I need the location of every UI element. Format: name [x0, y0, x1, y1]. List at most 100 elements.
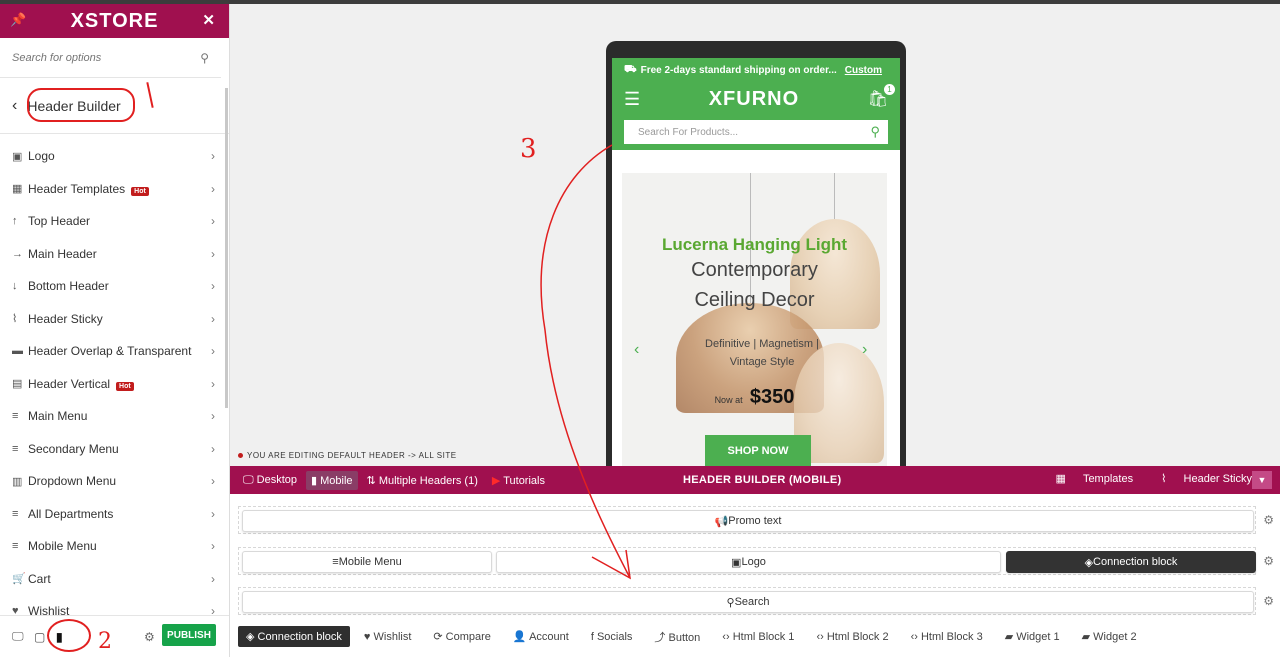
templates-button[interactable]: ▦ Templates	[1041, 472, 1133, 485]
available-connection-block[interactable]: ◈ Connection block	[238, 626, 350, 647]
tab-tutorials-label: Tutorials	[503, 474, 545, 487]
promo-link[interactable]: Custom	[845, 65, 882, 76]
element-label: Connection block	[1093, 556, 1178, 568]
menu-icon: ≡	[12, 507, 19, 520]
sidebar-scrollbar[interactable]	[225, 88, 228, 408]
layers-icon: ◈	[1084, 556, 1094, 569]
available-elements: ◈ Connection block ♥ Wishlist ⟳ Compare …	[238, 626, 1159, 647]
desktop-icon: 🖵	[243, 473, 257, 486]
sidebar-item-main-menu[interactable]: ≡ Main Menu ›	[0, 400, 229, 433]
gear-icon[interactable]: ⚙	[144, 630, 155, 644]
tab-mobile[interactable]: ▮ Mobile	[306, 470, 358, 490]
banner-tags-line1: Definitive | Magnetism |	[705, 338, 819, 350]
search-icon[interactable]: ⚲	[200, 51, 209, 65]
layers-icon: ◈	[246, 631, 258, 643]
row-settings-gear-icon[interactable]: ⚙	[1263, 554, 1274, 568]
available-wishlist[interactable]: ♥ Wishlist	[364, 631, 411, 643]
sidebar-item-header-templates[interactable]: ▦ Header Templates Hot ›	[0, 173, 229, 206]
element-promo-text[interactable]: 📢 Promo text	[242, 510, 1254, 532]
element-search[interactable]: ⚲ Search	[242, 591, 1254, 613]
search-placeholder: Search For Products...	[638, 126, 739, 138]
element-label: Mobile Menu	[338, 556, 402, 568]
available-compare[interactable]: ⟳ Compare	[433, 630, 491, 643]
image-icon: ▣	[731, 556, 742, 569]
store-logo[interactable]: XFURNO	[709, 88, 799, 111]
element-label: Widget 2	[1093, 631, 1137, 643]
sidebar-item-bottom-header[interactable]: ↓ Bottom Header ›	[0, 270, 229, 303]
chevron-left-icon[interactable]: ‹	[634, 341, 639, 359]
mobile-icon: ▮	[311, 474, 321, 487]
row-settings-gear-icon[interactable]: ⚙	[1263, 513, 1274, 527]
builder-row-bottom: ⚲ Search	[238, 587, 1256, 615]
sidebar-item-logo[interactable]: ▣ Logo ›	[0, 140, 229, 173]
element-connection-block[interactable]: ◈ Connection block	[1006, 551, 1256, 573]
sidebar-item-cart[interactable]: 🛒 Cart ›	[0, 563, 229, 596]
back-chevron-icon[interactable]: ‹	[12, 97, 17, 115]
editing-label: YOU ARE EDITING DEFAULT HEADER -> ALL SI…	[230, 447, 465, 463]
sidebar-item-mobile-menu[interactable]: ≡ Mobile Menu ›	[0, 530, 229, 563]
shop-now-button[interactable]: SHOP NOW	[705, 435, 811, 467]
sidebar-item-label: Header Vertical Hot	[28, 377, 211, 391]
cart-icon[interactable]: 🛍 1	[868, 84, 895, 109]
sidebar-menu: ▣ Logo › ▦ Header Templates Hot › ↑ Top Header…	[0, 134, 229, 628]
available-html-block-2[interactable]: ‹› Html Block 2	[816, 631, 888, 643]
sidebar-item-header-overlap[interactable]: ▬ Header Overlap & Transparent ›	[0, 335, 229, 368]
menu-icon: ≡	[12, 540, 19, 553]
header-sticky-label: Header Sticky	[1183, 473, 1252, 485]
sidebar-item-header-vertical[interactable]: ▤ Header Vertical Hot ›	[0, 368, 229, 401]
element-mobile-menu[interactable]: ≡ Mobile Menu	[242, 551, 492, 573]
sidebar-item-header-sticky[interactable]: ⌇ Header Sticky ›	[0, 303, 229, 336]
grid-icon: ▦	[1055, 473, 1069, 485]
hamburger-icon[interactable]: ☰	[624, 89, 640, 110]
available-account[interactable]: 👤 Account	[513, 630, 569, 643]
available-button[interactable]: ⤴ Button	[654, 629, 700, 645]
publish-button[interactable]: PUBLISH	[162, 624, 216, 646]
sidebar-item-label: Secondary Menu	[28, 441, 119, 456]
available-widget-2[interactable]: ▰ Widget 2	[1082, 630, 1137, 643]
tab-tutorials[interactable]: ▶ Tutorials	[487, 471, 550, 490]
desktop-preview-icon[interactable]: 🖵	[12, 629, 34, 644]
banner-title: Lucerna Hanging Light	[661, 235, 848, 254]
builder-title: HEADER BUILDER (MOBILE)	[683, 474, 842, 486]
chevron-right-icon[interactable]: ›	[862, 341, 867, 359]
chevron-right-icon: ›	[211, 149, 215, 164]
search-icon[interactable]: ⚲	[870, 124, 880, 140]
sidebar-item-text: Header Vertical	[28, 376, 111, 391]
sidebar-item-secondary-menu[interactable]: ≡ Secondary Menu ›	[0, 433, 229, 466]
pin-icon[interactable]: 📌	[10, 12, 26, 28]
now-at-label: Now at	[714, 395, 743, 405]
available-html-block-3[interactable]: ‹› Html Block 3	[911, 631, 983, 643]
row-settings-gear-icon[interactable]: ⚙	[1263, 594, 1274, 608]
tab-desktop[interactable]: 🖵 Desktop	[238, 471, 302, 490]
product-search-input[interactable]: Search For Products... ⚲	[624, 120, 888, 144]
element-logo[interactable]: ▣ Logo	[496, 551, 1001, 573]
user-icon: 👤	[512, 631, 530, 643]
sidebar-header: 📌 XSTORE ✕	[0, 4, 229, 38]
tab-multiple-headers[interactable]: ⇅ Multiple Headers (1)	[362, 471, 483, 490]
menu-icon: ≡	[12, 410, 19, 423]
collapse-chevron-icon[interactable]: ▼	[1252, 471, 1272, 489]
chevron-right-icon: ›	[211, 571, 215, 586]
chevron-right-icon: ›	[211, 441, 215, 456]
available-html-block-1[interactable]: ‹› Html Block 1	[722, 631, 794, 643]
sidebar-item-top-header[interactable]: ↑ Top Header ›	[0, 205, 229, 238]
builder-area: 📢 Promo text ⚙ ≡ Mobile Menu ▣ Logo ◈ Co…	[230, 494, 1280, 657]
chevron-right-icon: ›	[211, 279, 215, 294]
sidebar-item-label: Header Overlap & Transparent	[28, 344, 192, 359]
sidebar-item-dropdown-menu[interactable]: ▥ Dropdown Menu ›	[0, 465, 229, 498]
top-edge	[0, 0, 1280, 4]
sidebar-item-main-header[interactable]: → Main Header ›	[0, 238, 229, 271]
builder-row-main: ≡ Mobile Menu ▣ Logo ◈ Connection block	[238, 547, 1256, 575]
available-socials[interactable]: f Socials	[591, 631, 633, 643]
banner-subtitle-2: Ceiling Decor	[694, 289, 815, 311]
header-sticky-button[interactable]: ⌇ Header Sticky	[1147, 472, 1252, 485]
close-icon[interactable]: ✕	[202, 11, 215, 29]
available-widget-1[interactable]: ▰ Widget 1	[1005, 630, 1060, 643]
chevron-right-icon: ›	[211, 311, 215, 326]
hot-badge: Hot	[116, 381, 134, 391]
search-options-input[interactable]	[12, 51, 201, 64]
sidebar-item-all-departments[interactable]: ≡ All Departments ›	[0, 498, 229, 531]
element-label: Account	[529, 631, 569, 643]
annotation-mark-1	[146, 82, 154, 108]
image-icon: ▣	[12, 150, 23, 163]
